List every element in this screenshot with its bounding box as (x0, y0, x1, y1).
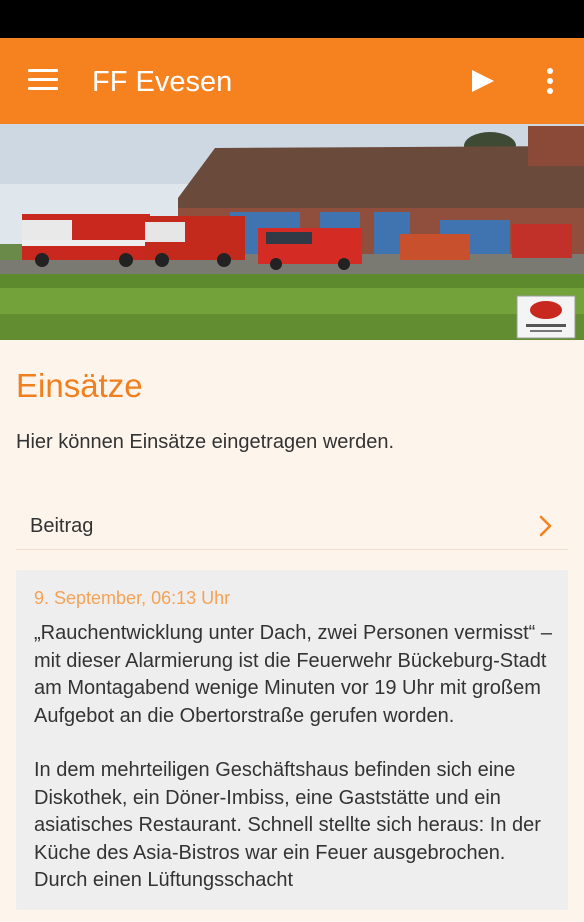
header-photo (0, 124, 584, 340)
news-card[interactable]: 9. September, 06:13 Uhr „Rauchentwicklun… (16, 570, 568, 910)
news-paragraph: In dem mehrteiligen Geschäftshaus befind… (34, 759, 541, 891)
more-vert-icon[interactable] (540, 66, 560, 96)
news-paragraph: „Rauchentwicklung unter Dach, zwei Perso… (34, 622, 552, 727)
news-body: „Rauchentwicklung unter Dach, zwei Perso… (34, 620, 559, 922)
post-button-label: Beitrag (30, 515, 94, 537)
menu-icon[interactable] (28, 69, 58, 93)
play-icon[interactable] (468, 68, 496, 94)
chevron-right-icon (539, 515, 552, 537)
section-title: Einsätze (16, 367, 143, 404)
app-bar: FF Evesen (0, 38, 584, 124)
news-date: 9. September, 06:13 Uhr (34, 588, 231, 608)
app-title: FF Evesen (92, 66, 233, 98)
section-description: Hier können Einsätze eingetragen werden. (16, 431, 395, 453)
post-button[interactable]: Beitrag (16, 503, 568, 550)
status-bar (0, 0, 584, 38)
